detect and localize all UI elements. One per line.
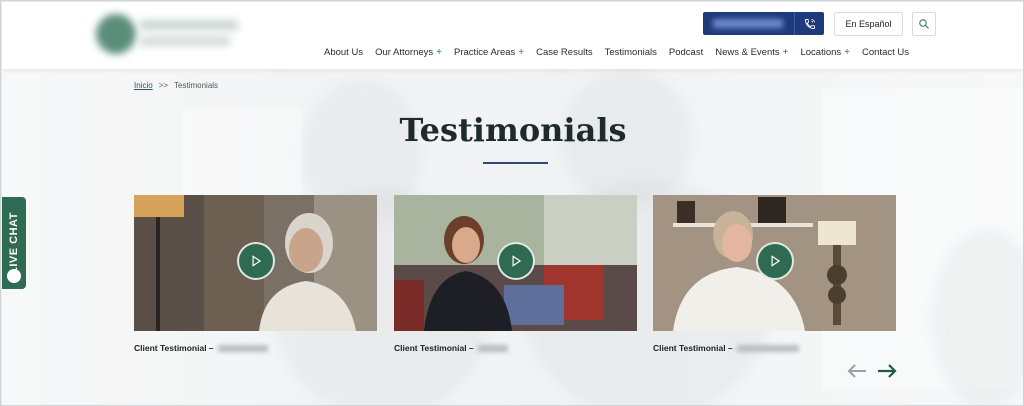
search-icon [919, 19, 929, 29]
nav-testimonials[interactable]: Testimonials [599, 45, 663, 59]
expand-plus-icon: + [436, 46, 443, 58]
expand-plus-icon: + [844, 46, 850, 58]
play-button[interactable] [236, 242, 275, 280]
client-name-redacted [477, 344, 508, 352]
live-chat-label: LIVE CHAT [8, 212, 20, 274]
nav-practice-areas[interactable]: Practice Areas + [448, 45, 530, 59]
page-title: Testimonials [399, 111, 627, 149]
carousel-prev-button[interactable] [846, 361, 868, 381]
phone-button[interactable] [703, 12, 824, 35]
phone-icon [794, 12, 824, 35]
arrow-left-icon [847, 364, 866, 378]
video-thumbnail[interactable] [134, 195, 377, 331]
nav-contact-us[interactable]: Contact Us [856, 45, 915, 59]
play-icon [771, 255, 780, 267]
browser-frame: En Español About Us Our Attorneys + Pract… [0, 0, 1024, 406]
nav-podcast[interactable]: Podcast [663, 45, 709, 59]
play-icon [512, 255, 521, 267]
play-button[interactable] [755, 242, 794, 280]
breadcrumb-current: Testimonials [174, 81, 219, 90]
client-name-redacted [217, 344, 268, 352]
main-nav: About Us Our Attorneys + Practice Areas + … [318, 45, 915, 59]
testimonial-caption: Client Testimonial – [653, 343, 896, 353]
site-logo[interactable] [94, 10, 244, 60]
expand-plus-icon: + [782, 46, 789, 58]
expand-plus-icon: + [518, 46, 525, 58]
title-underline [483, 162, 548, 164]
site-header: En Español About Us Our Attorneys + Pract… [2, 2, 1023, 69]
nav-case-results[interactable]: Case Results [530, 45, 599, 59]
breadcrumb-home-link[interactable]: Inicio [134, 81, 153, 90]
breadcrumb-separator: >> [158, 81, 169, 90]
chat-bubble-icon [7, 269, 21, 283]
breadcrumb: Inicio >> Testimonials [134, 81, 218, 90]
testimonial-caption: Client Testimonial – [394, 343, 637, 353]
play-button[interactable] [496, 242, 535, 280]
language-toggle-button[interactable]: En Español [834, 12, 903, 36]
arrow-right-icon [878, 364, 897, 378]
live-chat-tab[interactable]: LIVE CHAT [2, 197, 26, 289]
testimonial-card[interactable]: Client Testimonial – [653, 195, 896, 353]
nav-our-attorneys[interactable]: Our Attorneys + [369, 45, 448, 59]
nav-news-events[interactable]: News & Events + [709, 45, 794, 59]
testimonial-card[interactable]: Client Testimonial – [394, 195, 637, 353]
phone-number-redacted [713, 19, 783, 28]
nav-locations[interactable]: Locations + [794, 45, 856, 59]
video-thumbnail[interactable] [394, 195, 637, 331]
client-name-redacted [736, 344, 799, 352]
search-button[interactable] [912, 12, 936, 36]
carousel-next-button[interactable] [876, 361, 898, 381]
nav-about-us[interactable]: About Us [318, 45, 369, 59]
play-icon [252, 255, 261, 267]
testimonial-caption: Client Testimonial – [134, 343, 377, 353]
testimonial-card[interactable]: Client Testimonial – [134, 195, 377, 353]
video-thumbnail[interactable] [653, 195, 896, 331]
